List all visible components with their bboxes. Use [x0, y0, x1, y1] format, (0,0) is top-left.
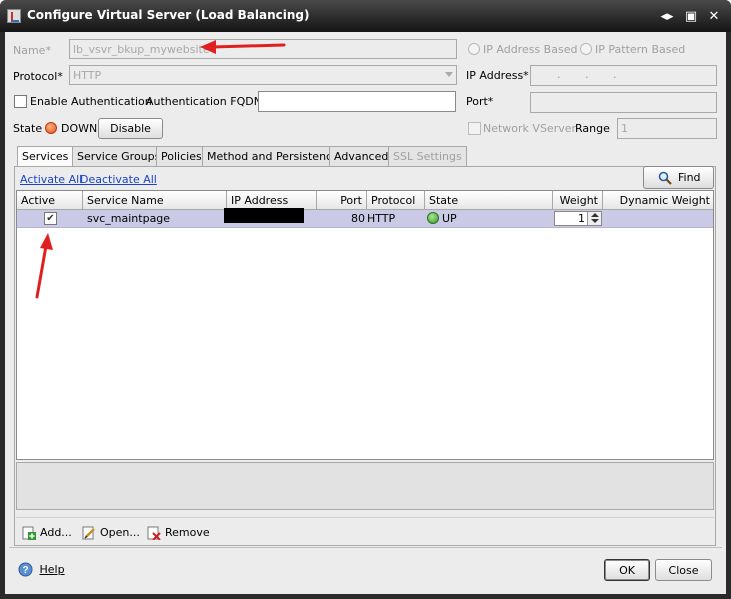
ip-address-cell [224, 208, 304, 223]
weight-value: 1 [578, 212, 585, 225]
column-header-port[interactable]: Port [317, 191, 367, 210]
enable-authentication-label: Enable Authentication [30, 95, 152, 108]
table-details-area [16, 462, 714, 510]
footer-separator [9, 547, 722, 548]
authentication-fqdn-input[interactable] [258, 91, 456, 112]
ip-address-based-radio [468, 43, 480, 55]
name-field: lb_vsvr_bkup_mywebsite [69, 39, 457, 59]
state-value: DOWN [61, 122, 98, 135]
add-icon [22, 526, 36, 540]
column-header-weight[interactable]: Weight [553, 191, 603, 210]
java-app-icon [7, 9, 21, 23]
ip-address-input: . . . [530, 65, 717, 86]
tab-method-and-persistence[interactable]: Method and Persistence [202, 146, 344, 166]
ip-pattern-based-radio [580, 43, 592, 55]
services-table[interactable]: Active Service Name IP Address Port Prot… [16, 190, 714, 460]
ok-button[interactable]: OK [604, 559, 650, 581]
state-cell: UP [442, 212, 457, 225]
column-header-protocol[interactable]: Protocol [367, 191, 425, 210]
tab-policies[interactable]: Policies [156, 146, 207, 166]
column-header-state[interactable]: State [425, 191, 553, 210]
deactivate-all-link[interactable]: Deactivate All [80, 173, 157, 186]
column-header-dynamic-weight[interactable]: Dynamic Weight [603, 191, 713, 210]
port-cell: 80 [351, 212, 365, 225]
add-button[interactable]: Add... [22, 526, 72, 540]
protocol-cell: HTTP [367, 212, 396, 225]
range-label: Range [575, 122, 610, 135]
authentication-fqdn-label: Authentication FQDN [146, 95, 262, 108]
port-label: Port* [466, 95, 494, 108]
state-up-icon [427, 212, 439, 224]
tab-advanced[interactable]: Advanced [329, 146, 394, 166]
magnifier-icon [658, 171, 672, 185]
protocol-label: Protocol* [13, 70, 63, 83]
services-toolbar: Add... Open... Remove [16, 517, 714, 545]
chevron-down-icon [445, 72, 453, 77]
name-value: lb_vsvr_bkup_mywebsite [73, 43, 210, 56]
state-down-icon [45, 122, 57, 134]
svg-text:?: ? [22, 565, 28, 576]
tab-service-groups[interactable]: Service Groups [72, 146, 166, 166]
range-input: 1 [617, 118, 717, 139]
network-vserver-label: Network VServer [483, 122, 577, 135]
state-label: State [13, 122, 43, 135]
maximize-icon[interactable]: ▣ [681, 7, 701, 26]
find-label: Find [678, 171, 701, 184]
remove-button[interactable]: Remove [147, 526, 210, 540]
column-header-active[interactable]: Active [17, 191, 83, 210]
name-label: Name* [13, 44, 51, 57]
column-header-service-name[interactable]: Service Name [83, 191, 227, 210]
active-checkbox[interactable]: ✔ [44, 212, 57, 225]
ip-address-value: . . . [557, 68, 617, 81]
dialog-client: Name* lb_vsvr_bkup_mywebsite Protocol* H… [5, 32, 726, 594]
ip-address-label: IP Address* [466, 69, 529, 82]
disable-button[interactable]: Disable [98, 118, 163, 139]
open-label: Open... [100, 526, 140, 539]
edit-icon [82, 526, 95, 540]
close-button[interactable]: Close [655, 559, 712, 581]
ip-pattern-based-label: IP Pattern Based [595, 43, 686, 56]
window-title: Configure Virtual Server (Load Balancing… [27, 8, 310, 22]
restore-icon[interactable]: ◂▸ [657, 7, 677, 26]
close-icon[interactable]: ✕ [704, 7, 724, 26]
range-value: 1 [621, 122, 628, 135]
dialog-window: Configure Virtual Server (Load Balancing… [0, 0, 731, 599]
help-icon: ? [18, 562, 33, 577]
open-button[interactable]: Open... [82, 526, 140, 540]
protocol-select: HTTP [69, 65, 457, 85]
title-bar[interactable]: Configure Virtual Server (Load Balancing… [0, 0, 731, 32]
ip-address-based-label: IP Address Based [483, 43, 578, 56]
tab-ssl-settings: SSL Settings [388, 146, 467, 166]
table-row[interactable]: ✔ svc_maintpage 80 HTTP UP 1 [17, 208, 713, 228]
remove-icon [147, 526, 161, 540]
weight-spinner[interactable]: 1 [554, 211, 602, 226]
help-label: Help [39, 562, 65, 576]
help-button[interactable]: ? Help [18, 562, 65, 577]
find-button[interactable]: Find [643, 166, 714, 189]
port-input [530, 92, 717, 113]
network-vserver-checkbox [468, 122, 481, 135]
enable-authentication-checkbox[interactable] [14, 95, 27, 108]
service-name-cell: svc_maintpage [87, 212, 171, 225]
tab-services[interactable]: Services [17, 146, 74, 167]
protocol-value: HTTP [73, 69, 102, 82]
remove-label: Remove [165, 526, 210, 539]
spinner-arrows-icon[interactable] [587, 212, 601, 225]
add-label: Add... [40, 526, 72, 539]
activate-all-link[interactable]: Activate All [20, 173, 82, 186]
